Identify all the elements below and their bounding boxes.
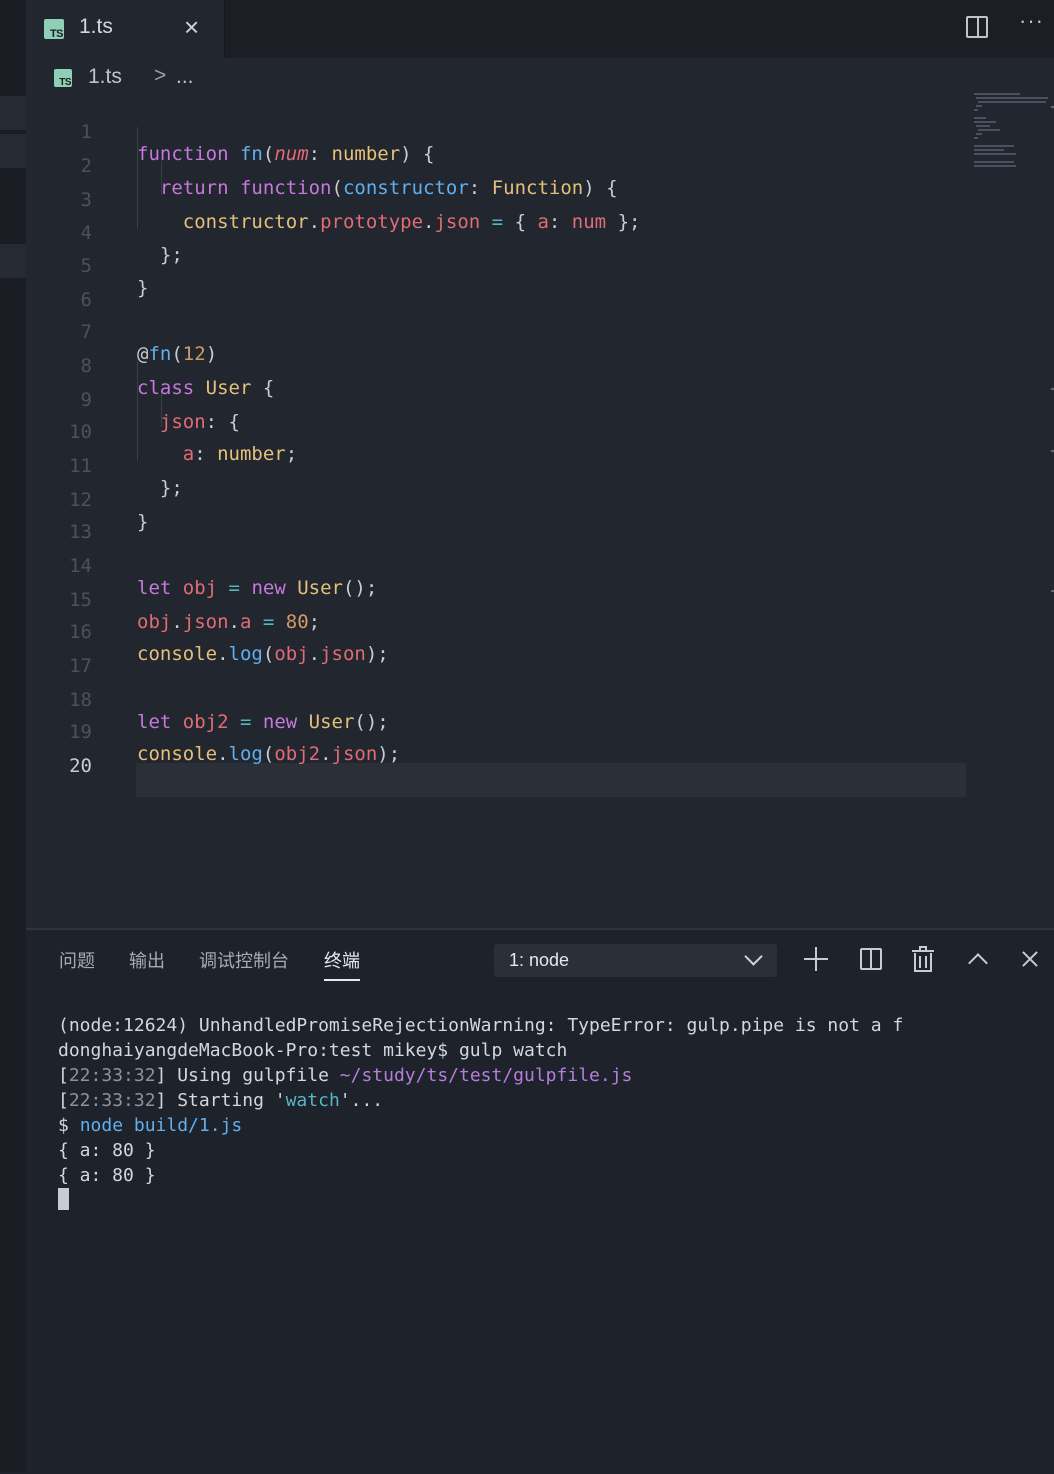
activity-marker [0, 96, 26, 130]
terminal-select[interactable]: 1: node [494, 944, 777, 977]
code-line: 10 a: number; [26, 393, 986, 465]
terminal-select-value: 1: node [509, 950, 570, 970]
tab-output[interactable]: 输出 [129, 947, 165, 973]
panel-tabs: 问题 输出 调试控制台 终端 1: node [26, 930, 1054, 986]
line-number: 20 [69, 755, 92, 777]
code-line: 4 }; [26, 194, 986, 266]
minimap[interactable] [970, 93, 1054, 173]
code-line: 17 [26, 627, 986, 677]
code-line: 16 console.log(obj.json); [26, 593, 986, 665]
code-line: 5 } [26, 227, 986, 299]
code-editor[interactable]: TS 1.ts > ... 1 function fn(num: number)… [26, 58, 1054, 928]
code-line: 7 @fn(12) [26, 293, 986, 365]
breadcrumb-more[interactable]: ... [176, 65, 194, 89]
tab-problems[interactable]: 问题 [59, 947, 95, 973]
code-line: 18 let obj2 = new User(); [26, 661, 986, 733]
typescript-file-icon: TS [54, 69, 72, 88]
typescript-badge-text: TS [49, 28, 64, 40]
breadcrumb-file[interactable]: 1.ts [88, 65, 122, 89]
code-line: 9 json: { [26, 361, 986, 433]
code-line: 15 obj.json.a = 80; [26, 561, 986, 633]
terminal-line: [22:33:32] Starting 'watch'... [58, 1090, 384, 1111]
terminal-line: [22:33:32] Using gulpfile ~/study/ts/tes… [58, 1065, 633, 1086]
code-line: 11 }; [26, 427, 986, 499]
chevron-down-icon [744, 947, 763, 966]
terminal-line: (node:12624) UnhandledPromiseRejectionWa… [58, 1015, 904, 1036]
typescript-badge-text: TS [59, 77, 71, 88]
tab-terminal[interactable]: 终端 [324, 947, 360, 981]
code-line: 12 } [26, 461, 986, 533]
code-line: 6 [26, 261, 986, 311]
activity-marker [0, 244, 26, 278]
code-line: 14 let obj = new User(); [26, 527, 986, 599]
new-terminal-icon[interactable] [801, 944, 831, 974]
close-panel-icon[interactable] [1015, 944, 1045, 974]
code-line: 3 constructor.prototype.json = { a: num … [26, 161, 986, 233]
split-editor-icon[interactable] [966, 16, 988, 38]
close-icon[interactable]: × [184, 12, 199, 43]
activity-marker [0, 134, 26, 168]
more-actions-icon[interactable]: ··· [1019, 8, 1044, 34]
terminal-line: { a: 80 } [58, 1165, 156, 1186]
code-line: 8 class User { [26, 327, 986, 399]
code-line: 2 return function(constructor: Function)… [26, 127, 986, 199]
typescript-file-icon: TS [44, 19, 64, 40]
terminal-line: donghaiyangdeMacBook-Pro:test mikey$ gul… [58, 1040, 568, 1061]
bottom-panel: 问题 输出 调试控制台 终端 1: node (node:12624) Unha… [26, 928, 1054, 1474]
tab-debug-console[interactable]: 调试控制台 [199, 947, 289, 973]
code-line: 13 [26, 493, 986, 543]
code-line: 19 console.log(obj2.json); [26, 693, 986, 765]
editor-tabbar: TS 1.ts × ··· [26, 0, 1054, 58]
maximize-panel-icon[interactable] [963, 944, 993, 974]
tab-1-ts[interactable]: TS 1.ts × [26, 0, 225, 58]
tab-label: 1.ts [79, 15, 113, 38]
chevron-right-icon: > [154, 64, 167, 87]
code-line: 1 function fn(num: number) { [26, 93, 986, 165]
code-line: 20 [26, 727, 986, 777]
activity-strip [0, 0, 26, 1472]
terminal-line: { a: 80 } [58, 1140, 156, 1161]
split-terminal-icon[interactable] [856, 944, 886, 974]
terminal-cursor [58, 1188, 69, 1210]
terminal-line: $ node build/1.js [58, 1115, 243, 1136]
trash-icon[interactable] [908, 944, 938, 974]
